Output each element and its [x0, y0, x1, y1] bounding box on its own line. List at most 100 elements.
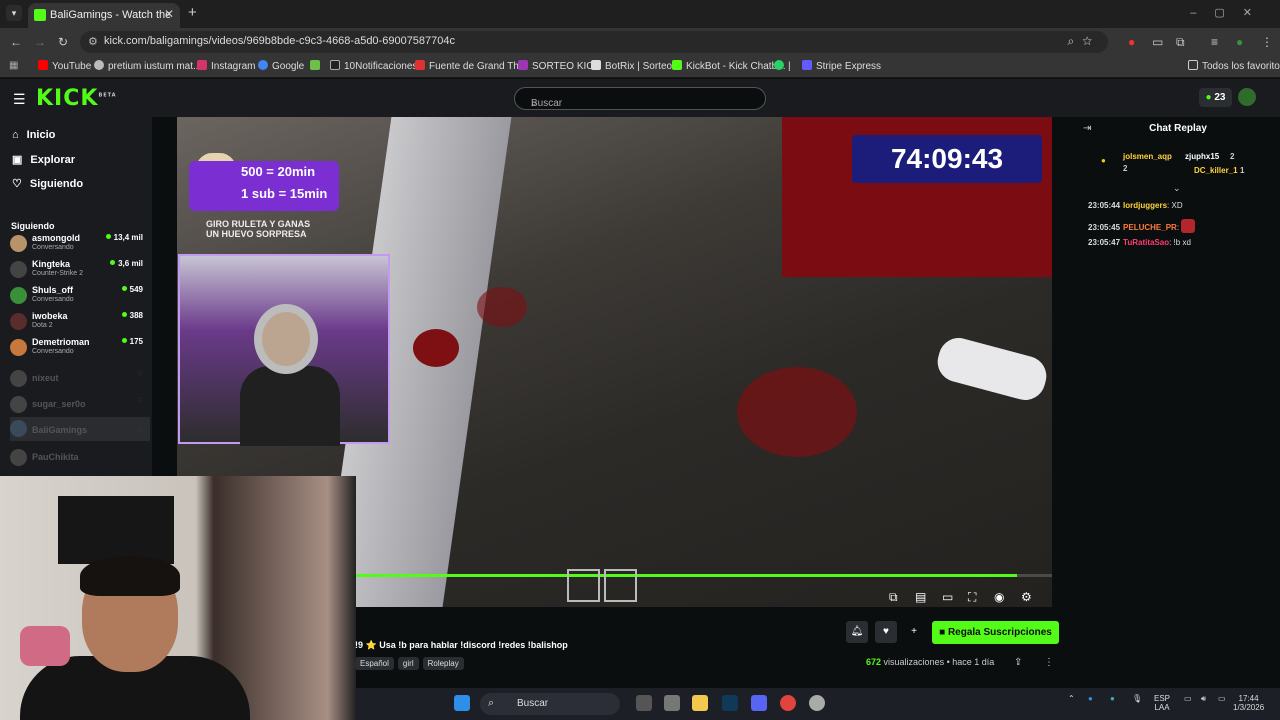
reload-icon[interactable]: ↻	[58, 35, 68, 49]
chat-title: Chat Replay	[1149, 123, 1207, 134]
avatar	[10, 235, 27, 252]
tag-chip[interactable]: Roleplay	[422, 657, 464, 670]
hamburger-menu-icon[interactable]: ☰	[13, 91, 26, 108]
extension-icon[interactable]: ●	[1128, 35, 1135, 49]
bookmark-notificaciones[interactable]: 10Notificaciones	[330, 60, 417, 72]
bookmark-gta[interactable]: Fuente de Grand Th...	[415, 60, 527, 72]
tray-overflow-icon[interactable]: ⌃	[1068, 694, 1075, 703]
bookmark-pretium[interactable]: pretium iustum mat...	[94, 60, 201, 72]
following-item-shuls[interactable]: Shuls_off Conversando 549	[10, 284, 150, 308]
nav-siguiendo[interactable]: ♡ Siguiendo	[12, 177, 83, 190]
obs-icon[interactable]	[809, 695, 825, 711]
taskbar-search[interactable]: ⌕ Buscar	[480, 693, 620, 715]
bookmark-google[interactable]: Google	[258, 60, 304, 72]
bookmark-botrix[interactable]: BotRix | Sorteos	[591, 60, 677, 72]
points-badge[interactable]: ● 23	[1199, 88, 1232, 107]
network-icon[interactable]: ▭	[1184, 694, 1192, 703]
following-item-asmongold[interactable]: asmongold Conversando 13,4 mil	[10, 232, 150, 256]
bookmark-sorteo[interactable]: SORTEO KICK	[518, 60, 600, 72]
profile-avatar[interactable]: ●	[1236, 35, 1243, 49]
volume-icon[interactable]: 🔊︎	[1201, 694, 1206, 703]
bookmark-youtube[interactable]: YouTube	[38, 60, 91, 72]
new-tab-button[interactable]: +	[188, 4, 197, 21]
share-icon[interactable]: ⇪	[1014, 657, 1022, 668]
all-bookmarks[interactable]: Todos los favoritos	[1188, 60, 1280, 72]
app-icon[interactable]	[664, 695, 680, 711]
kick-logo[interactable]: KICKBETA	[36, 86, 117, 111]
chrome-icon[interactable]	[780, 695, 796, 711]
gifter-name[interactable]: DC_killer_1	[1194, 166, 1238, 175]
promo-caption: GIRO RULETA Y GANAS UN HUEVO SORPRESA	[206, 219, 311, 239]
gifter-name[interactable]: zjuphx15	[1185, 152, 1219, 161]
notification-bell-button[interactable]: 🔔︎	[846, 621, 868, 643]
theater-mode-icon[interactable]: ▭	[942, 590, 953, 604]
avatar	[10, 396, 27, 413]
window-controls[interactable]: –▢✕	[1190, 6, 1270, 19]
more-options-icon[interactable]: ⋮	[1044, 657, 1054, 668]
gift-subs-button[interactable]: ■ Regala Suscripciones	[932, 621, 1059, 644]
fullscreen-icon[interactable]: ⛶	[968, 590, 976, 605]
gifter-count: 2	[1123, 164, 1128, 173]
gifter-name[interactable]: jolsmen_aqp	[1123, 152, 1172, 161]
following-item-baligamings[interactable]: BaliGamings ◌	[10, 417, 150, 441]
menu-kebab-icon[interactable]: ⋮	[1261, 35, 1273, 49]
extension-icon-2[interactable]: ▭	[1152, 35, 1163, 49]
microphone-icon[interactable]: 🎙︎	[1132, 694, 1142, 703]
url-actions[interactable]: ⌕☆	[1067, 34, 1100, 49]
playback-speed-icon[interactable]: ◉	[994, 590, 1004, 604]
following-item-nixeut[interactable]: nixeut ◌	[10, 367, 150, 391]
promo-line-1: 500 = 20min	[241, 164, 316, 179]
tag-chip[interactable]: girl	[397, 657, 419, 670]
avatar	[10, 339, 27, 356]
tab-search-button[interactable]: ▾	[6, 5, 22, 21]
following-item-iwobeka[interactable]: iwobeka Dota 2 388	[10, 310, 150, 334]
extensions-puzzle-icon[interactable]: ⧉	[1176, 35, 1185, 50]
following-item-demetrioman[interactable]: Demetrioman Conversando 175	[10, 336, 150, 360]
task-view-icon[interactable]	[636, 695, 652, 711]
following-item-kingteka[interactable]: Kingteka Counter-Strike 2 3,6 mil	[10, 258, 150, 282]
url-bar[interactable]: ⚙ kick.com/baligamings/videos/969b8bde-c…	[80, 31, 1108, 53]
photoshop-icon[interactable]	[722, 695, 738, 711]
language-indicator[interactable]: ESP LAA	[1154, 694, 1170, 712]
clip-icon[interactable]: ▤	[915, 590, 926, 604]
apps-grid-icon[interactable]: ▦	[9, 60, 18, 71]
search-input[interactable]: ⌕ Buscar	[514, 87, 766, 110]
browser-tab-bar: ▾ BaliGamings - Watch the VOD c ✕ + –▢✕	[0, 0, 1280, 28]
file-explorer-icon[interactable]	[692, 695, 708, 711]
miniplayer-icon[interactable]: ⧉	[889, 590, 898, 605]
bookmark-whatsapp[interactable]: |	[774, 60, 791, 72]
clock[interactable]: 17:44 1/3/2026	[1233, 694, 1264, 712]
back-icon[interactable]: ←	[10, 35, 22, 49]
add-button[interactable]: +	[903, 621, 925, 643]
search-icon: ⌕	[488, 697, 495, 709]
windows-start-icon[interactable]	[454, 695, 470, 711]
search-placeholder: Buscar	[531, 98, 563, 109]
discord-icon[interactable]	[751, 695, 767, 711]
forward-icon[interactable]: →	[34, 35, 46, 49]
nav-explorar[interactable]: ▣ Explorar	[12, 153, 75, 166]
offline-icon: ◌	[137, 368, 143, 378]
gifter-count: 2	[1230, 152, 1235, 161]
tray-app-icon[interactable]: ●	[1088, 694, 1093, 703]
avatar	[10, 261, 27, 278]
expand-chevron-icon[interactable]: ⌄	[1173, 183, 1181, 194]
settings-gear-icon[interactable]: ⚙	[1021, 590, 1032, 604]
battery-icon[interactable]: ▭	[1218, 694, 1226, 703]
site-info-icon[interactable]: ⚙	[88, 35, 98, 48]
close-tab-icon[interactable]: ✕	[164, 7, 174, 21]
bookmark-stripe[interactable]: Stripe Express	[802, 60, 881, 72]
tag-chip[interactable]: Español	[355, 657, 394, 670]
follow-heart-button[interactable]: ♥	[875, 621, 897, 643]
nav-inicio[interactable]: ⌂ Inicio	[12, 129, 55, 141]
bookmark-instagram[interactable]: Instagram	[197, 60, 255, 72]
bookmark-kickbot[interactable]: KickBot - Kick Chatb...	[672, 60, 785, 72]
following-item-sugar[interactable]: sugar_ser0o ◌	[10, 393, 150, 417]
bookmark-icon-only[interactable]	[310, 60, 324, 72]
following-item-pauchikita[interactable]: PauChikita	[10, 446, 150, 470]
browser-tab[interactable]: BaliGamings - Watch the VOD c ✕	[28, 3, 180, 28]
offline-icon: ◌	[137, 425, 143, 435]
reading-list-icon[interactable]: ≡	[1211, 35, 1218, 49]
tray-app-icon[interactable]: ●	[1110, 694, 1115, 703]
user-avatar[interactable]	[1238, 88, 1256, 106]
seek-preview-thumbnails	[567, 569, 641, 602]
